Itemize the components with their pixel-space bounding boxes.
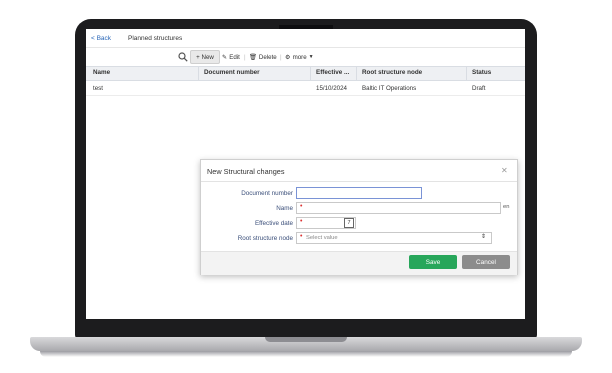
effective-date-label: Effective date (254, 220, 293, 227)
search-icon[interactable] (178, 52, 188, 62)
more-button[interactable]: ⚙ more ▼ (285, 51, 314, 63)
required-marker: • (300, 233, 303, 240)
page-title: Planned structures (128, 35, 183, 42)
document-number-label: Document number (241, 190, 293, 197)
cell-effective-date: 15/10/2024 (316, 85, 347, 92)
laptop-base-notch (265, 337, 347, 342)
more-button-label: more (292, 53, 307, 61)
back-link[interactable]: < Back (91, 35, 111, 42)
edit-button[interactable]: ✎ Edit (222, 51, 240, 63)
divider (201, 181, 517, 182)
select-arrows-icon: ⇕ (481, 234, 487, 240)
trash-icon: 🗑 (249, 54, 257, 61)
cancel-button-label: Cancel (476, 258, 496, 266)
column-divider (310, 66, 311, 81)
effective-date-input[interactable]: • 7 (296, 217, 356, 229)
gear-icon: ⚙ (285, 53, 291, 61)
name-input[interactable]: • (296, 202, 501, 214)
divider (86, 47, 525, 48)
root-structure-node-select[interactable]: • Select value ⇕ (296, 232, 492, 244)
edit-button-label: Edit (229, 53, 240, 61)
required-marker: • (300, 218, 303, 225)
select-placeholder: Select value (306, 235, 338, 241)
column-divider (198, 66, 199, 81)
table-header (86, 66, 525, 81)
cancel-button[interactable]: Cancel (462, 255, 510, 269)
new-button[interactable]: + New (190, 50, 220, 64)
save-button[interactable]: Save (409, 255, 457, 269)
app-screen: < Back Planned structures + New ✎ Edit |… (86, 29, 525, 319)
toolbar-separator: | (244, 53, 246, 61)
column-header-effective[interactable]: Effective ... (316, 69, 349, 76)
save-button-label: Save (425, 258, 441, 266)
caret-down-icon: ▼ (308, 54, 314, 60)
new-button-label: + New (196, 53, 214, 61)
column-divider (356, 66, 357, 81)
cell-status: Draft (472, 85, 486, 92)
document-number-input[interactable] (296, 187, 422, 199)
column-header-root-node[interactable]: Root structure node (362, 69, 422, 76)
delete-button[interactable]: 🗑 Delete (249, 51, 277, 63)
column-header-document-number[interactable]: Document number (204, 69, 260, 76)
toolbar-separator: | (280, 53, 282, 61)
root-structure-node-label: Root structure node (237, 235, 293, 242)
divider (86, 95, 525, 96)
cell-root-node: Baltic IT Operations (362, 85, 417, 92)
column-header-name[interactable]: Name (93, 69, 110, 76)
new-structural-changes-dialog: New Structural changes ✕ Document number… (200, 159, 518, 275)
laptop-shadow (40, 351, 572, 357)
column-divider (466, 66, 467, 81)
dialog-title: New Structural changes (207, 167, 285, 176)
name-label: Name (276, 205, 293, 212)
close-icon[interactable]: ✕ (501, 166, 508, 175)
pencil-icon: ✎ (222, 53, 228, 61)
required-marker: • (300, 203, 303, 210)
calendar-icon[interactable]: 7 (344, 218, 354, 228)
cell-name: test (93, 85, 103, 92)
delete-button-label: Delete (258, 53, 277, 61)
column-header-status[interactable]: Status (472, 69, 491, 76)
language-suffix: en (503, 204, 510, 210)
